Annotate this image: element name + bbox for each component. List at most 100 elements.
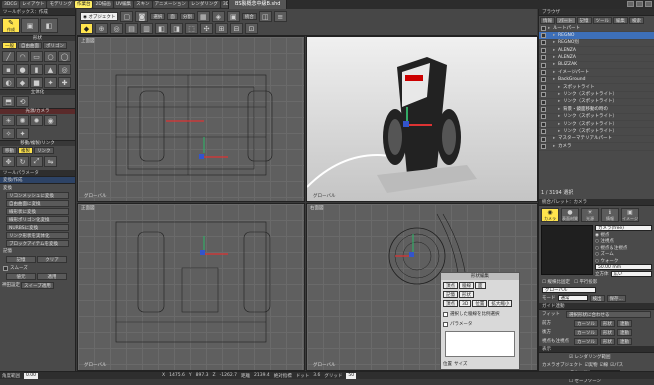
fw-shape-button[interactable]: 形状 — [459, 291, 474, 298]
sun-icon[interactable]: ☀ — [2, 115, 15, 126]
convert-btn-5[interactable]: リンク形状を実体化 — [6, 232, 69, 239]
viewport-top[interactable]: 上面図 グローバル — [77, 36, 305, 202]
mirror-icon[interactable]: ⇋ — [44, 156, 57, 167]
tab-workbench[interactable]: 作業台 — [74, 1, 93, 8]
visibility-checkbox[interactable] — [541, 114, 546, 120]
viewport-perspective[interactable]: 透視図（カメラ(free)） グローバル — [306, 36, 538, 202]
convert-btn-6[interactable]: ブロックアイテムを変換 — [6, 240, 69, 247]
minimize-icon[interactable] — [627, 1, 634, 7]
rect-icon[interactable]: ▭ — [30, 51, 43, 62]
light-tab[interactable]: ☀ 光源 — [581, 208, 599, 222]
cross-icon[interactable]: ✚ — [58, 77, 71, 88]
browser-tab-tool[interactable]: ツール — [592, 17, 612, 24]
tree-item[interactable]: ▸ BackGround — [539, 77, 654, 85]
fit-button[interactable]: 選択形状に合わせる — [566, 310, 651, 318]
cone-icon[interactable]: ▲ — [44, 64, 57, 75]
visibility-checkbox[interactable] — [541, 33, 546, 39]
guide-row-button-a[interactable]: カーソル — [574, 328, 598, 336]
visibility-checkbox[interactable] — [541, 55, 546, 61]
part-mode-button[interactable]: ◧ — [40, 18, 58, 33]
tree-item[interactable]: ▸ カメラ — [539, 143, 654, 151]
maximize-icon[interactable] — [636, 1, 643, 7]
radio-both[interactable]: ○ 視点＆注視点 — [595, 245, 652, 251]
smooth-apply-button[interactable]: 適用 — [37, 273, 67, 280]
radio-walk[interactable]: ○ ウォーク — [595, 258, 652, 264]
tab-layout[interactable]: レイアウト — [19, 1, 47, 8]
angle-value[interactable]: 0.00 — [24, 372, 39, 379]
revolve-icon[interactable]: ⟲ — [16, 96, 29, 107]
line-icon[interactable]: ╱ — [2, 51, 15, 62]
material-tab[interactable]: ● 表面材質 — [561, 208, 579, 222]
tab-2d[interactable]: 2D描画 — [93, 1, 113, 8]
snap-icon[interactable]: ◈ — [211, 11, 225, 22]
tab-polygon[interactable]: ポリゴン — [43, 42, 67, 49]
select-button[interactable]: 選択 — [150, 13, 166, 20]
check-solid[interactable]: ☑実物 — [585, 362, 598, 368]
frame-icon[interactable]: ▢ — [120, 11, 134, 22]
browser-tab-info[interactable]: 情報 — [540, 17, 555, 24]
guide-row-button-a[interactable]: カーソル — [574, 337, 598, 345]
visibility-checkbox[interactable] — [541, 47, 546, 53]
box-icon[interactable]: ▪ — [2, 64, 15, 75]
visibility-checkbox[interactable] — [541, 62, 546, 68]
shape-icon[interactable]: ◆ — [16, 77, 29, 88]
check-path[interactable]: ☑パス — [610, 362, 623, 368]
visibility-checkbox[interactable] — [541, 106, 546, 112]
tool-b-icon[interactable]: ⊕ — [95, 23, 108, 34]
visibility-checkbox[interactable] — [541, 84, 546, 90]
light2-icon[interactable]: ✧ — [2, 128, 15, 139]
fw-vertex-button[interactable]: 頂点 — [443, 300, 458, 307]
visibility-checkbox[interactable] — [541, 92, 546, 98]
tool-i-icon[interactable]: ✣ — [200, 23, 213, 34]
guide-row-button-b[interactable]: 形状 — [600, 337, 615, 345]
detect-button[interactable]: 検出 — [589, 294, 605, 302]
browser-tab-memory[interactable]: 記憶 — [576, 17, 592, 24]
visibility-checkbox[interactable] — [541, 40, 546, 46]
guide-row-button-c[interactable]: 連動 — [617, 328, 632, 336]
tab-general[interactable]: 一般 — [2, 42, 17, 49]
info-tab[interactable]: ℹ 情報 — [601, 208, 619, 222]
browser-tab-part[interactable]: パート — [556, 17, 576, 24]
tool-l-icon[interactable]: ⊡ — [245, 23, 258, 34]
tab-move[interactable]: 移動 — [2, 147, 17, 154]
scale-icon[interactable]: ⤢ — [30, 156, 43, 167]
convert-btn-3[interactable]: 線形ポリゴン化変換 — [6, 216, 69, 223]
guide-row-button-c[interactable]: 連動 — [617, 319, 632, 327]
mode-select[interactable]: 通常 — [557, 295, 588, 301]
extrude-icon[interactable]: ⬒ — [2, 96, 15, 107]
tab-duplicate[interactable]: 複製 — [18, 147, 33, 154]
radio-target[interactable]: ○ 注視点 — [595, 238, 652, 244]
ellipse-icon[interactable]: ◯ — [58, 51, 71, 62]
radio-viewpoint[interactable]: ◉ 視点 — [595, 232, 652, 238]
tool-k-icon[interactable]: ⊟ — [230, 23, 243, 34]
tool-a-icon[interactable]: ◆ — [80, 23, 93, 34]
zoom-value-field[interactable]: 50.00 mm — [595, 264, 652, 270]
convert-btn-4[interactable]: NURBSに変換 — [6, 224, 69, 231]
torus-icon[interactable]: ◎ — [58, 64, 71, 75]
smooth-reset-button[interactable]: 値元 — [6, 273, 36, 280]
sweep-apply-button[interactable]: スイープ適用 — [21, 282, 54, 289]
split-button[interactable]: 分割 — [179, 13, 195, 20]
proportional-checkbox[interactable] — [443, 311, 448, 317]
tab-render[interactable]: レンダリング — [188, 1, 220, 8]
radio-zoom[interactable]: ○ ズーム — [595, 251, 652, 257]
browser-tab-edit[interactable]: 編集 — [613, 17, 628, 24]
camera-tab[interactable]: ◉ カメラ — [541, 208, 559, 222]
memory-save-button[interactable]: 記憶 — [6, 256, 36, 263]
viewport-front[interactable]: 正面図 グローバル — [77, 203, 305, 371]
merge-button[interactable]: 統合 — [241, 13, 257, 20]
layer-icon[interactable]: ≡ — [273, 11, 287, 22]
tab-edge[interactable]: 稜線 — [459, 282, 474, 289]
target-field[interactable]: グローバル — [542, 286, 596, 293]
tab-vertex[interactable]: 頂点 — [443, 282, 458, 289]
tab-uv[interactable]: UV編集 — [113, 1, 134, 8]
tab-face[interactable]: 面 — [475, 282, 486, 289]
tool-h-icon[interactable]: ⬚ — [185, 23, 198, 34]
view-icon[interactable]: ◫ — [258, 11, 272, 22]
image-tab[interactable]: ▣ イメージ — [621, 208, 639, 222]
tool-e-icon[interactable]: ▥ — [140, 23, 153, 34]
sphere-icon[interactable]: ● — [16, 64, 29, 75]
visibility-checkbox[interactable] — [541, 99, 546, 105]
tool-j-icon[interactable]: ⊞ — [215, 23, 228, 34]
tool-d-icon[interactable]: ▤ — [125, 23, 138, 34]
